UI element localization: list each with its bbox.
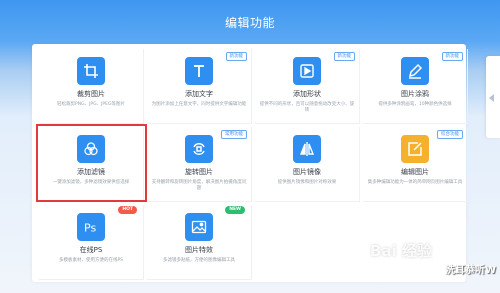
tool-card-rotate[interactable]: 常用功能 旋转图片 支持翻转和旋转图片角度，解决图片拍摄角度问题 bbox=[147, 127, 252, 202]
new-badge: NEW bbox=[225, 206, 245, 214]
tool-title: 图片特效 bbox=[185, 246, 213, 254]
feature-tag: 新功能 bbox=[225, 52, 247, 61]
tool-title: 图片镜像 bbox=[293, 168, 321, 176]
tool-title: 添加文字 bbox=[185, 90, 213, 98]
tool-desc: 提供图片镜像和图片对称效果 bbox=[277, 180, 337, 185]
tool-card-mirror[interactable]: 图片镜像 提供图片镜像和图片对称效果 bbox=[255, 127, 360, 202]
tool-desc: 一键添加滤镜，多种滤镜效果供您选择 bbox=[52, 180, 130, 185]
tool-card-add-shape[interactable]: 新功能 添加形状 提供不同的形状，且可以随意拖动改变大小、旋转 bbox=[255, 49, 360, 124]
tool-title: 裁剪图片 bbox=[77, 90, 105, 98]
watermark-bai-text: Bai bbox=[370, 242, 397, 260]
feature-tag: 综合功能 bbox=[437, 130, 463, 139]
tool-desc: 支持翻转和旋转图片角度，解决图片拍摄角度问题 bbox=[151, 180, 247, 191]
tool-card-add-text[interactable]: 新功能 添加文字 为图片添加上任意文字，同时提供文字编辑功能 bbox=[147, 49, 252, 124]
feature-tag: 新功能 bbox=[441, 52, 463, 61]
watermark-baidu-jingyan: Bai 经验 bbox=[370, 240, 432, 261]
page-title: 编辑功能 bbox=[224, 16, 275, 30]
svg-text:Ps: Ps bbox=[84, 222, 96, 235]
side-panel-handle[interactable] bbox=[486, 56, 500, 138]
image-effect-icon bbox=[185, 213, 213, 241]
rotate-icon bbox=[185, 135, 213, 163]
tool-title: 在线PS bbox=[79, 246, 103, 254]
filter-icon bbox=[77, 135, 105, 163]
tool-card-image-effects[interactable]: NEW 图片特效 多滤镜多贴纸，方便的图像编辑工具 bbox=[147, 205, 252, 280]
tool-title: 添加滤镜 bbox=[77, 168, 105, 176]
feature-tag: 新功能 bbox=[333, 52, 355, 61]
ps-icon: Ps bbox=[77, 213, 105, 241]
tool-desc: 多滤镜多贴纸，方便的图像编辑工具 bbox=[163, 258, 235, 263]
shape-icon bbox=[293, 57, 321, 85]
hot-badge: HOT bbox=[118, 206, 137, 214]
tool-desc: 轻松裁剪PNG、JPG、JPEG等图片 bbox=[57, 102, 125, 107]
tool-desc: 提供不同的形状，且可以随意拖动改变大小、旋转 bbox=[259, 102, 355, 113]
pen-icon bbox=[401, 57, 429, 85]
tool-desc: 为图片添加上任意文字，同时提供文字编辑功能 bbox=[151, 102, 247, 107]
tool-desc: 提供多种涂鸦画笔，10种颜色供选择 bbox=[378, 102, 452, 107]
tool-title: 图片涂鸦 bbox=[401, 90, 429, 98]
edit-icon bbox=[401, 135, 429, 163]
tool-title: 编辑图片 bbox=[401, 168, 429, 176]
tool-title: 旋转图片 bbox=[185, 168, 213, 176]
tool-card-filter[interactable]: 添加滤镜 一键添加滤镜，多种滤镜效果供您选择 bbox=[39, 127, 144, 202]
watermark-account: 洗耳恭听W bbox=[444, 265, 496, 276]
tool-card-crop[interactable]: 裁剪图片 轻松裁剪PNG、JPG、JPEG等图片 bbox=[39, 49, 144, 124]
tool-title: 添加形状 bbox=[293, 90, 321, 98]
crop-icon bbox=[77, 57, 105, 85]
tool-desc: 集多种编辑功能为一体的简单网页图片编辑工具 bbox=[367, 180, 463, 185]
text-icon bbox=[185, 57, 213, 85]
tool-card-doodle[interactable]: 新功能 图片涂鸦 提供多种涂鸦画笔，10种颜色供选择 bbox=[363, 49, 468, 124]
mirror-icon bbox=[293, 135, 321, 163]
feature-tag: 常用功能 bbox=[221, 130, 247, 139]
tool-card-edit-image[interactable]: 综合功能 编辑图片 集多种编辑功能为一体的简单网页图片编辑工具 bbox=[363, 127, 468, 202]
tool-desc: 多模板素材，使用方便的在线PS bbox=[58, 258, 124, 263]
watermark-jingyan-text: 经验 bbox=[401, 242, 432, 260]
tool-card-online-ps[interactable]: HOT Ps 在线PS 多模板素材，使用方便的在线PS bbox=[39, 205, 144, 280]
